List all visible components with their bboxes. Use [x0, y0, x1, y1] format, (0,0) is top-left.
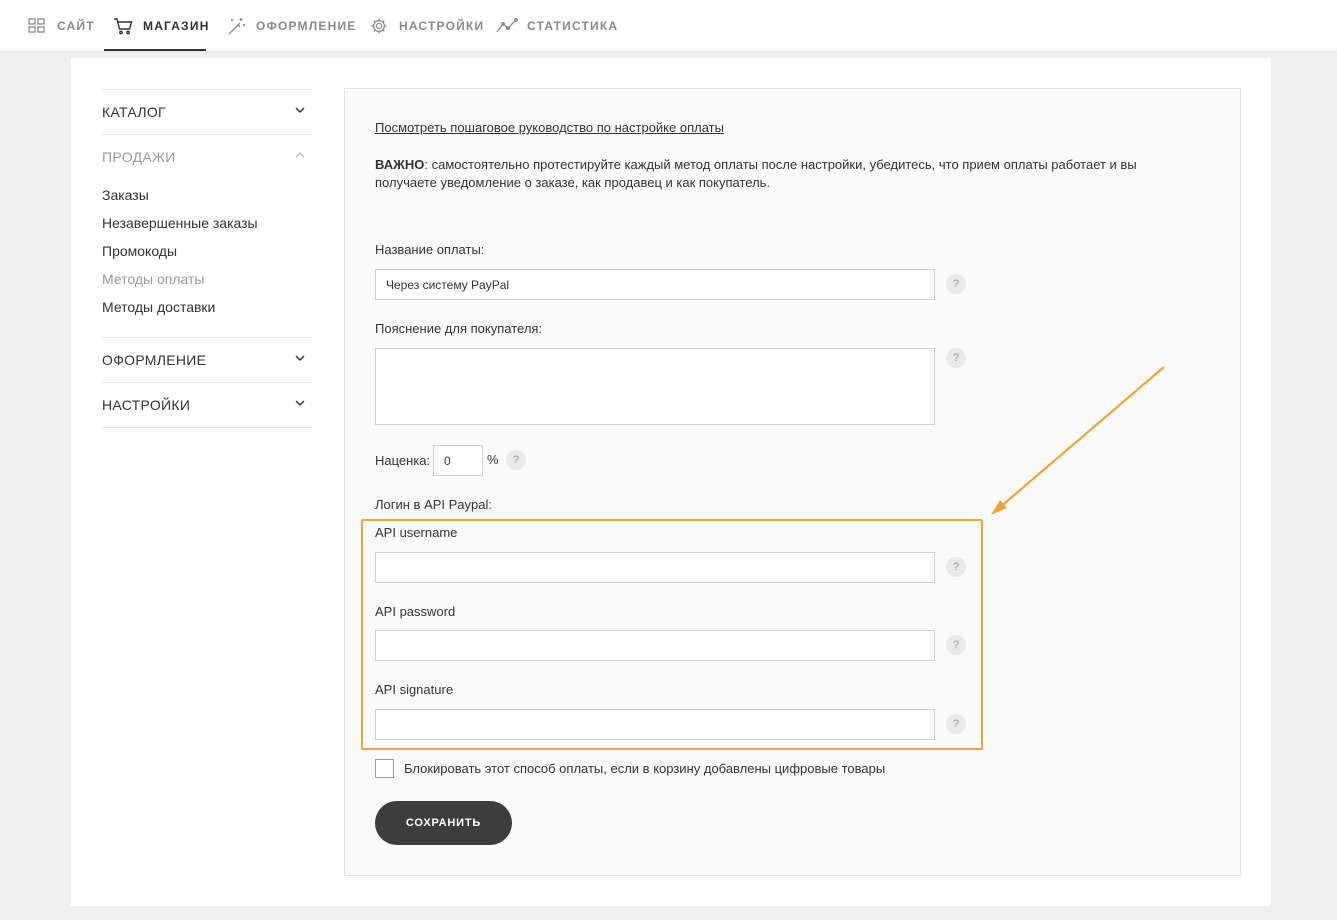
important-notice: ВАЖНО: самостоятельно протестируйте кажд… [375, 156, 1175, 192]
payment-name-label: Название оплаты: [375, 242, 485, 257]
help-icon[interactable]: ? [946, 274, 966, 294]
sidebar-section-sales[interactable]: ПРОДАЖИ [102, 134, 312, 179]
buyer-note-textarea[interactable] [375, 348, 935, 425]
chevron-down-icon [295, 107, 305, 114]
help-icon[interactable]: ? [946, 348, 966, 368]
sidebar-section-design[interactable]: ОФОРМЛЕНИЕ [102, 337, 312, 382]
gear-icon [368, 15, 390, 37]
sidebar-divider [102, 427, 312, 428]
grid-icon [26, 15, 48, 37]
sidebar-item-orders[interactable]: Заказы [102, 181, 312, 209]
important-text: : самостоятельно протестируйте каждый ме… [375, 157, 1137, 190]
nav-shop-label: МАГАЗИН [143, 19, 210, 33]
api-password-input[interactable] [375, 630, 935, 661]
sidebar-sales-submenu: Заказы Незавершенные заказы Промокоды Ме… [102, 179, 312, 337]
magic-wand-icon [225, 15, 247, 37]
top-navigation: САЙТ МАГАЗИН ОФОРМЛЕНИЕ НАСТРОЙКИ СТАТИС… [0, 0, 1337, 52]
nav-site-label: САЙТ [57, 19, 95, 33]
payment-settings-panel [344, 88, 1241, 876]
help-icon[interactable]: ? [946, 714, 966, 734]
api-signature-input[interactable] [375, 709, 935, 740]
payment-name-input[interactable] [375, 269, 935, 300]
buyer-note-label: Пояснение для покупателя: [375, 321, 543, 336]
nav-statistics-label: СТАТИСТИКА [527, 19, 619, 33]
sidebar-item-delivery-methods[interactable]: Методы доставки [102, 293, 312, 321]
chevron-up-icon [295, 152, 305, 158]
sidebar-section-catalog-label: КАТАЛОГ [102, 104, 166, 120]
block-digital-label: Блокировать этот способ оплаты, если в к… [404, 761, 886, 776]
markup-label: Наценка: [375, 453, 431, 468]
important-prefix: ВАЖНО [375, 157, 425, 172]
guide-link[interactable]: Посмотреть пошаговое руководство по наст… [375, 120, 724, 135]
sidebar: КАТАЛОГ ПРОДАЖИ Заказы Незавершенные зак… [102, 89, 312, 428]
sidebar-section-settings[interactable]: НАСТРОЙКИ [102, 382, 312, 427]
markup-input[interactable] [433, 445, 483, 476]
sidebar-item-incomplete-orders[interactable]: Незавершенные заказы [102, 209, 312, 237]
block-digital-checkbox[interactable] [375, 759, 394, 778]
chevron-down-icon [295, 355, 305, 362]
api-signature-label: API signature [375, 682, 454, 697]
chart-line-icon [496, 15, 518, 37]
active-tab-indicator [104, 49, 206, 51]
help-icon[interactable]: ? [946, 635, 966, 655]
sidebar-section-catalog[interactable]: КАТАЛОГ [102, 89, 312, 134]
api-username-label: API username [375, 525, 458, 540]
api-login-label: Логин в API Paypal: [375, 497, 492, 512]
nav-design-label: ОФОРМЛЕНИЕ [256, 19, 357, 33]
chevron-down-icon [295, 400, 305, 407]
api-password-label: API password [375, 604, 456, 619]
sidebar-section-sales-label: ПРОДАЖИ [102, 149, 176, 165]
api-username-input[interactable] [375, 552, 935, 583]
nav-design[interactable]: ОФОРМЛЕНИЕ [225, 0, 356, 52]
cart-icon [112, 15, 134, 37]
help-icon[interactable]: ? [506, 450, 526, 470]
save-button[interactable]: СОХРАНИТЬ [375, 801, 512, 845]
sidebar-item-payment-methods[interactable]: Методы оплаты [102, 265, 312, 293]
sidebar-section-settings-label: НАСТРОЙКИ [102, 397, 191, 413]
nav-shop[interactable]: МАГАЗИН [112, 0, 210, 52]
markup-unit: % [487, 452, 499, 467]
help-icon[interactable]: ? [946, 557, 966, 577]
nav-site[interactable]: САЙТ [26, 0, 95, 52]
sidebar-section-design-label: ОФОРМЛЕНИЕ [102, 352, 207, 368]
nav-settings-label: НАСТРОЙКИ [399, 19, 485, 33]
nav-statistics[interactable]: СТАТИСТИКА [496, 0, 618, 52]
sidebar-item-promocodes[interactable]: Промокоды [102, 237, 312, 265]
nav-settings[interactable]: НАСТРОЙКИ [368, 0, 484, 52]
